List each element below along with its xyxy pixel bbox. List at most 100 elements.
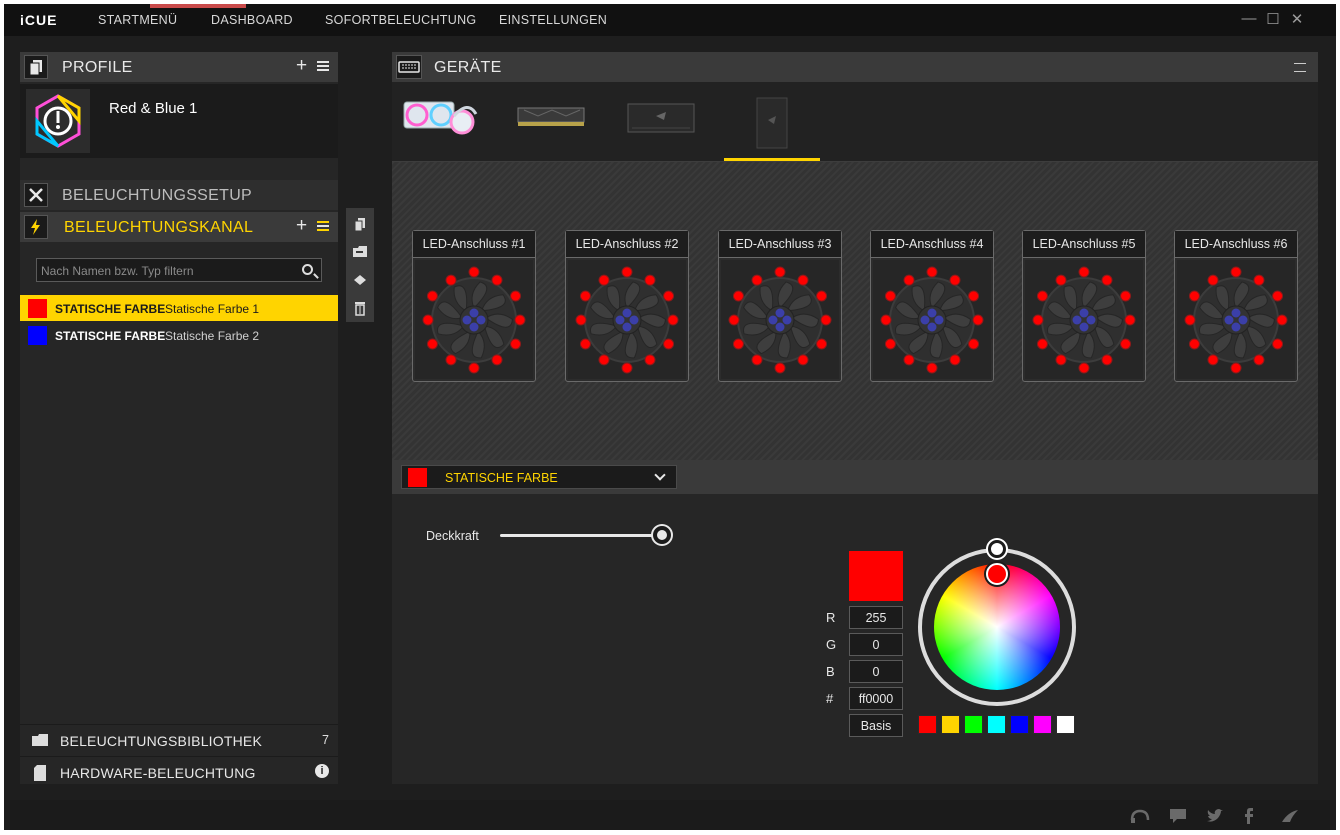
facebook-icon[interactable]: [1244, 808, 1254, 827]
color-wheel-handle[interactable]: [986, 563, 1008, 585]
b-input[interactable]: 0: [849, 660, 903, 683]
effect-tool-strip: [346, 208, 374, 322]
search-icon[interactable]: [302, 264, 313, 275]
devices-title: GERÄTE: [434, 59, 502, 76]
hardware-lighting-tab[interactable]: HARDWARE-BELEUCHTUNG i: [20, 756, 338, 786]
maximize-button[interactable]: ☐: [1264, 10, 1282, 28]
hex-label: #: [826, 691, 834, 706]
b-label: B: [826, 664, 835, 679]
library-count: 7: [322, 733, 329, 747]
preset-color-swatch[interactable]: [1010, 715, 1029, 734]
led-port-stage: LED-Anschluss #1 LED-Anschluss #2 LED-Ansc…: [392, 162, 1318, 460]
led-port-card[interactable]: LED-Anschluss #5: [1022, 230, 1146, 382]
brightness-handle[interactable]: [988, 540, 1006, 558]
nav-startmenu[interactable]: STARTMENÜ: [98, 13, 177, 27]
led-port-label: LED-Anschluss #1: [413, 231, 535, 258]
lighting-channel-header: BELEUCHTUNGSKANAL +: [20, 212, 338, 242]
effect-list-item[interactable]: STATISCHE FARBE Statische Farbe 2: [20, 322, 338, 348]
opacity-slider-handle[interactable]: [653, 526, 671, 544]
basis-button[interactable]: Basis: [849, 714, 903, 737]
lighting-setup-header[interactable]: BELEUCHTUNGSSETUP: [20, 180, 338, 210]
fan-illustration: [566, 258, 688, 381]
device-aio-cooler[interactable]: [402, 96, 480, 140]
led-port-label: LED-Anschluss #6: [1175, 231, 1297, 258]
fan-illustration: [1023, 258, 1145, 381]
channel-menu-icon[interactable]: [317, 221, 329, 231]
color-preview-swatch: [849, 551, 903, 601]
nav-dashboard[interactable]: DASHBOARD: [211, 13, 293, 27]
preset-color-swatch[interactable]: [1033, 715, 1052, 734]
led-port-card[interactable]: LED-Anschluss #1: [412, 230, 536, 382]
add-profile-button[interactable]: +: [296, 55, 307, 77]
folder-add-icon[interactable]: [352, 244, 368, 260]
effect-type-dropdown[interactable]: STATISCHE FARBE: [401, 465, 677, 489]
device-selector-strip: [392, 82, 1318, 162]
preset-color-swatch[interactable]: [941, 715, 960, 734]
lightning-icon: [24, 215, 48, 239]
led-port-card[interactable]: LED-Anschluss #6: [1174, 230, 1298, 382]
device-fan-controller[interactable]: [754, 96, 790, 149]
minimize-button[interactable]: —: [1240, 10, 1258, 27]
profile-hexagon-icon: [26, 89, 90, 153]
filter-search-input[interactable]: Nach Namen bzw. Typ filtern: [36, 258, 322, 282]
effect-list-item[interactable]: STATISCHE FARBE Statische Farbe 1: [20, 295, 338, 321]
folder-icon: [32, 734, 48, 746]
profile-name: Red & Blue 1: [109, 100, 198, 117]
support-icon[interactable]: [1130, 808, 1150, 827]
corsair-sails-icon[interactable]: [1280, 808, 1300, 827]
nav-settings[interactable]: EINSTELLUNGEN: [499, 13, 607, 27]
effect-bar: STATISCHE FARBE: [392, 460, 1318, 494]
led-port-label: LED-Anschluss #2: [566, 231, 688, 258]
device-selected-indicator: [724, 158, 820, 161]
move-layer-icon[interactable]: [352, 272, 368, 288]
g-label: G: [826, 637, 837, 652]
led-port-label: LED-Anschluss #5: [1023, 231, 1145, 258]
profile-icon: [24, 55, 48, 79]
top-menu-bar: iCUE STARTMENÜ DASHBOARD SOFORTBELEUCHTU…: [4, 4, 1336, 36]
chat-icon[interactable]: [1169, 808, 1187, 827]
effect-type: STATISCHE FARBE: [55, 329, 166, 343]
profile-card[interactable]: Red & Blue 1: [20, 84, 338, 158]
led-port-label: LED-Anschluss #4: [871, 231, 993, 258]
copy-icon[interactable]: [352, 216, 368, 232]
led-port-card[interactable]: LED-Anschluss #2: [565, 230, 689, 382]
fan-illustration: [871, 258, 993, 381]
hardware-lighting-label: HARDWARE-BELEUCHTUNG: [60, 765, 256, 781]
right-panel: GERÄTE LED-Anschluss #1 LED-Anschluss #2…: [392, 52, 1318, 784]
effect-color-swatch: [28, 299, 47, 318]
preset-color-swatch[interactable]: [1056, 715, 1075, 734]
effect-type: STATISCHE FARBE: [55, 302, 166, 316]
device-ram-module[interactable]: [516, 96, 586, 140]
app-logo: iCUE: [20, 12, 58, 28]
nav-instant-lighting[interactable]: SOFORTBELEUCHTUNG: [325, 13, 476, 27]
lighting-setup-title: BELEUCHTUNGSSETUP: [62, 187, 253, 204]
hex-input[interactable]: ff0000: [849, 687, 903, 710]
info-icon[interactable]: i: [315, 764, 329, 778]
trash-icon[interactable]: [352, 300, 368, 316]
opacity-label: Deckkraft: [426, 529, 479, 543]
bottom-status-bar: [4, 800, 1336, 830]
fan-illustration: [1175, 258, 1297, 381]
profile-menu-icon[interactable]: [317, 61, 329, 71]
preset-color-swatch[interactable]: [987, 715, 1006, 734]
effect-color-swatch: [28, 326, 47, 345]
lighting-library-tab[interactable]: BELEUCHTUNGSBIBLIOTHEK 7: [20, 724, 338, 754]
add-effect-button[interactable]: +: [296, 215, 307, 237]
color-wheel-picker[interactable]: [918, 540, 1076, 706]
devices-menu-icon[interactable]: [1294, 63, 1306, 72]
twitter-icon[interactable]: [1206, 808, 1224, 827]
tab-accent-strip: [150, 4, 246, 8]
led-port-label: LED-Anschluss #3: [719, 231, 841, 258]
effect-name: Statische Farbe 1: [165, 302, 260, 316]
close-button[interactable]: ✕: [1288, 10, 1306, 28]
g-input[interactable]: 0: [849, 633, 903, 656]
effect-name: Statische Farbe 2: [165, 329, 260, 343]
preset-color-swatch[interactable]: [964, 715, 983, 734]
led-port-card[interactable]: LED-Anschluss #4: [870, 230, 994, 382]
wrench-icon: [24, 183, 48, 207]
opacity-slider-track[interactable]: [500, 534, 662, 537]
led-port-card[interactable]: LED-Anschluss #3: [718, 230, 842, 382]
device-lighting-node[interactable]: [626, 96, 696, 140]
preset-color-swatch[interactable]: [918, 715, 937, 734]
r-input[interactable]: 255: [849, 606, 903, 629]
